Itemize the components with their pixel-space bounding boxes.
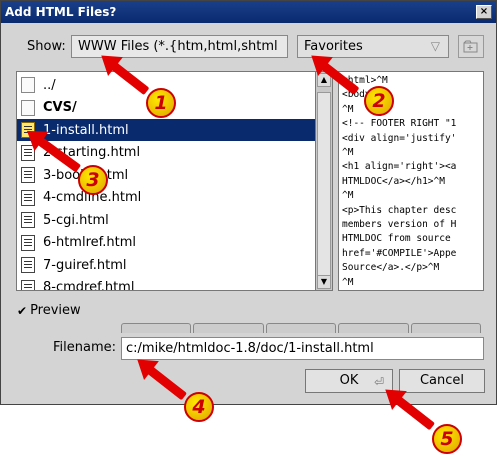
title-bar[interactable]: Add HTML Files? × (1, 1, 496, 23)
preview-line: HTMLDOC</a></h1>^M (342, 175, 445, 187)
preview-line: <div align='justify' (342, 132, 457, 144)
preview-line: <html>^M (342, 75, 388, 86)
file-name: ../ (43, 77, 56, 93)
callout-number-4: 4 (184, 392, 214, 422)
resize-tabs (121, 323, 483, 333)
document-icon (21, 234, 35, 251)
file-name: 7-guiref.html (43, 257, 127, 273)
folder-icon (21, 77, 35, 93)
file-list-item[interactable]: 6-htmlref.html (17, 232, 315, 254)
preview-line: href='#COMPILE'>Appe (342, 247, 457, 259)
document-icon (21, 257, 35, 273)
preview-line: ^M (342, 276, 354, 288)
preview-checkbox[interactable]: ✔ Preview (17, 303, 81, 318)
document-icon (21, 279, 35, 290)
document-icon (21, 212, 35, 228)
file-name: 1-install.html (43, 122, 129, 138)
file-name: 5-cgi.html (43, 212, 109, 228)
ok-button-label: OK (339, 373, 359, 388)
preview-line: <h2>Requirements</h2 (342, 290, 480, 291)
close-button[interactable]: × (476, 5, 492, 19)
scroll-thumb[interactable] (317, 92, 331, 277)
file-list-item[interactable]: 5-cgi.html (17, 209, 315, 231)
preview-line: members version of H (342, 219, 457, 231)
file-list-scrollbar[interactable]: ▲ ▼ (316, 71, 333, 291)
checkmark-icon: ✔ (17, 303, 28, 318)
preview-checkbox-label: Preview (30, 303, 81, 318)
document-icon (21, 189, 35, 206)
preview-line: <body>^M (342, 88, 480, 102)
show-label: Show: (27, 39, 66, 54)
preview-line: <h1 align='right'><a (342, 161, 457, 173)
filename-input[interactable]: c:/mike/htmldoc-1.8/doc/1-install.html (121, 337, 484, 360)
return-key-icon: ⏎ (373, 375, 384, 389)
file-preview: <html>^M<body>^M^M<!-- FOOTER RIGHT "1<d… (338, 71, 484, 291)
preview-line: HTMLDOC from source (342, 233, 457, 245)
add-html-files-dialog: Add HTML Files? × Show: WWW Files (*.{ht… (0, 0, 497, 405)
file-name: CVS/ (43, 100, 77, 115)
file-list-item[interactable]: 4-cmdline.html (17, 187, 315, 209)
filename-label: Filename: (53, 340, 117, 355)
preview-line: ^M (342, 190, 354, 202)
triangle-down-icon: ▽ (430, 39, 440, 53)
file-name: 6-htmlref.html (43, 235, 137, 250)
preview-line: ^M (342, 147, 354, 159)
callout-number-5: 5 (432, 424, 462, 454)
file-name: 8-cmdref.html (43, 280, 135, 291)
new-folder-icon (463, 40, 478, 53)
file-list-item[interactable]: 3-books.html (17, 164, 315, 186)
cancel-button-label: Cancel (419, 373, 465, 388)
window-title: Add HTML Files? (5, 5, 117, 19)
preview-line: Source</a>.</p>^M (342, 262, 440, 274)
file-list-item[interactable]: 1-install.html (17, 119, 315, 141)
new-folder-button[interactable] (458, 35, 484, 58)
callout-number-1: 1 (146, 88, 176, 118)
cancel-button[interactable]: Cancel (399, 369, 485, 393)
folder-icon (21, 99, 35, 116)
ok-button[interactable]: OK ⏎ (305, 369, 393, 393)
preview-line: <p>This chapter desc (342, 204, 457, 216)
preview-line: ^M (342, 103, 354, 115)
file-list-item[interactable]: 8-cmdref.html (17, 277, 315, 291)
document-icon (21, 167, 35, 183)
preview-line: <!-- FOOTER RIGHT "1 (342, 118, 457, 130)
callout-number-3: 3 (78, 165, 108, 195)
file-list-item[interactable]: 7-guiref.html (17, 254, 315, 276)
callout-number-2: 2 (364, 86, 394, 116)
scroll-down-icon[interactable]: ▼ (317, 275, 331, 289)
